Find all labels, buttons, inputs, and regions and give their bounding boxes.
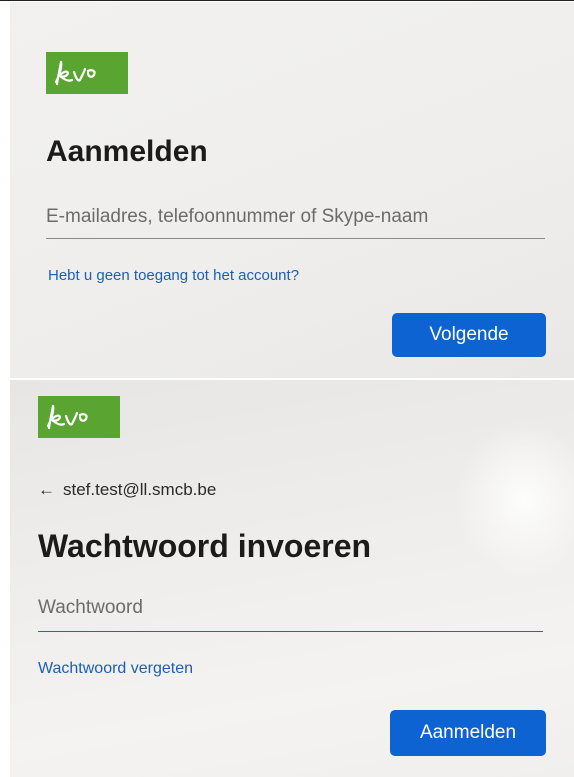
signin-email-panel: Aanmelden Hebt u geen toegang tot het ac…: [10, 2, 574, 378]
signin-password-panel: ← stef.test@ll.smcb.be Wachtwoord invoer…: [10, 380, 574, 777]
kvo-logo-mark: [46, 404, 88, 430]
email-underline: [46, 238, 545, 239]
forgot-password-link[interactable]: Wachtwoord vergeten: [38, 660, 193, 678]
password-underline: [38, 631, 543, 632]
kvo-logo: [38, 396, 120, 438]
next-button[interactable]: Volgende: [392, 313, 546, 357]
password-field[interactable]: [38, 592, 543, 624]
top-border: [0, 0, 574, 1]
email-field[interactable]: [46, 202, 545, 232]
account-row: ← stef.test@ll.smcb.be: [38, 480, 216, 500]
page-title: Wachtwoord invoeren: [38, 528, 372, 564]
page-title: Aanmelden: [46, 135, 208, 168]
kvo-logo: [46, 52, 128, 94]
account-email: stef.test@ll.smcb.be: [63, 480, 217, 499]
signin-button[interactable]: Aanmelden: [390, 710, 546, 756]
no-access-link[interactable]: Hebt u geen toegang tot het account?: [48, 267, 299, 284]
kvo-logo-mark: [54, 60, 96, 86]
email-field-wrap: [46, 202, 545, 239]
password-field-wrap: [38, 592, 543, 632]
back-arrow-icon[interactable]: ←: [38, 480, 55, 500]
